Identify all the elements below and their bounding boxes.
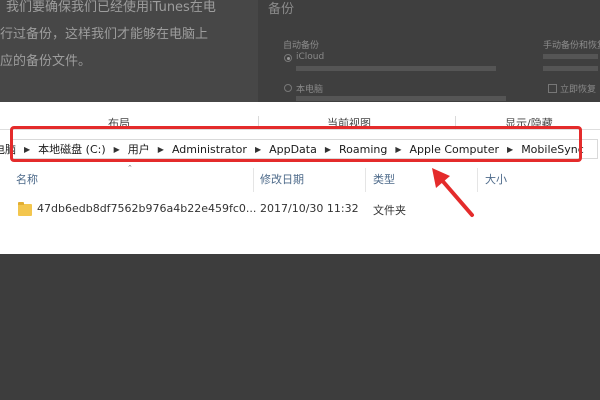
chevron-right-icon[interactable]: ▶ [154,145,168,154]
table-row[interactable]: 47db6edb8df7562b976a4b22e459fc0... 2017/… [0,202,600,224]
restore-checkbox [548,84,557,93]
ribbon-current-view-label: 当前视图 [327,117,371,130]
article-line-2: 行过备份，这样我们才能够在电脑上 [0,27,209,42]
column-divider[interactable] [253,168,254,192]
ribbon-show-hide-label: 显示/隐藏 [505,117,553,130]
breadcrumb-item-apple-computer[interactable]: Apple Computer [406,143,504,156]
red-arrow-icon [432,168,474,217]
article-line-1: 我们要确保我们已经使用iTunes在电 [6,0,216,15]
breadcrumb-item-computer[interactable]: 电脑 [0,141,20,157]
this-computer-label: 本电脑 [296,85,324,95]
file-modified: 2017/10/30 11:32 [260,202,359,215]
breadcrumb-item-roaming[interactable]: Roaming [335,143,391,156]
chevron-right-icon[interactable]: ▶ [321,145,335,154]
sort-caret-icon[interactable]: ⌃ [127,164,133,172]
column-header-size[interactable]: 大小 [485,171,507,187]
column-header-modified[interactable]: 修改日期 [260,171,304,187]
chevron-right-icon[interactable]: ▶ [503,145,517,154]
ribbon-separator [258,116,259,130]
this-computer-desc [296,96,506,101]
column-header-type[interactable]: 类型 [373,171,395,187]
column-header-name[interactable]: 名称 [16,171,38,187]
manual-desc-2 [543,66,598,71]
breadcrumb-item-users[interactable]: 用户 [124,141,154,157]
folder-icon [18,202,32,216]
itunes-backup-panel: 备份 自动备份 iCloud 本电脑 手动备份和恢复 立即恢复 [258,0,600,102]
breadcrumb-item-administrator[interactable]: Administrator [168,143,251,156]
background-bottom [0,254,600,400]
manual-backup-label: 手动备份和恢复 [543,41,600,51]
breadcrumb-item-appdata[interactable]: AppData [265,143,321,156]
ribbon-bar: 布局 当前视图 显示/隐藏 [0,102,600,130]
ribbon-separator [455,116,456,130]
auto-backup-label: 自动备份 [283,41,320,51]
file-name[interactable]: 47db6edb8df7562b976a4b22e459fc0... [37,202,256,215]
article-text: 我们要确保我们已经使用iTunes在电 行过备份，这样我们才能够在电脑上 应的备… [0,0,258,102]
icloud-desc [296,66,496,71]
article-line-3: 应的备份文件。 [0,54,92,69]
restore-label: 立即恢复 [560,85,597,95]
breadcrumb[interactable]: 电脑 ▶ 本地磁盘 (C:) ▶ 用户 ▶ Administrator ▶ Ap… [0,139,588,159]
breadcrumb-item-mobilesync[interactable]: MobileSync [517,143,588,156]
icloud-radio [284,54,292,62]
backup-title: 备份 [268,2,295,17]
chevron-right-icon[interactable]: ▶ [20,145,34,154]
file-type: 文件夹 [373,204,406,217]
this-computer-radio [284,84,292,92]
chevron-right-icon[interactable]: ▶ [391,145,405,154]
file-list: ⌃ 名称 修改日期 类型 大小 47db6edb8df7562b976a4b22… [0,164,600,254]
ribbon-layout-label: 布局 [108,117,130,130]
chevron-right-icon[interactable]: ▶ [110,145,124,154]
background-article: 我们要确保我们已经使用iTunes在电 行过备份，这样我们才能够在电脑上 应的备… [0,0,600,102]
breadcrumb-item-local-disk[interactable]: 本地磁盘 (C:) [34,141,109,157]
icloud-label: iCloud [296,52,325,62]
column-divider[interactable] [365,168,366,192]
chevron-right-icon[interactable]: ▶ [251,145,265,154]
manual-desc-1 [543,54,598,59]
